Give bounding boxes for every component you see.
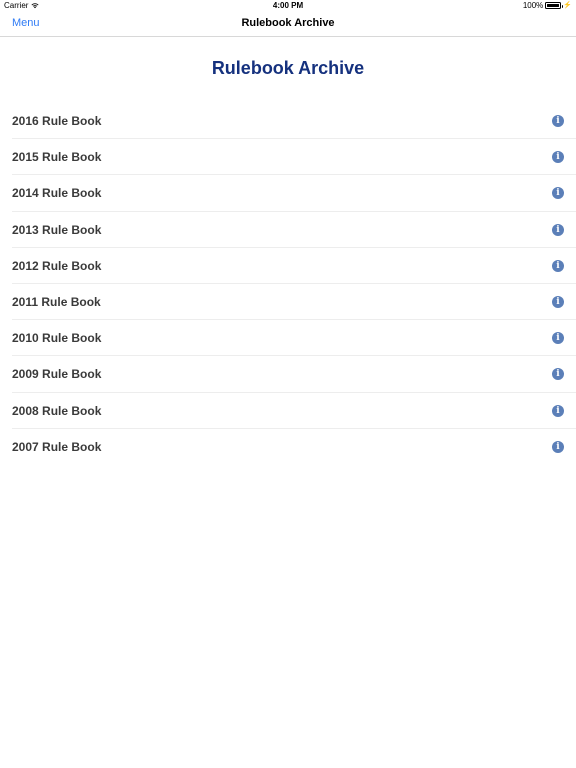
info-icon[interactable]: i <box>552 368 564 381</box>
list-item-label: 2007 Rule Book <box>12 439 102 454</box>
info-icon[interactable]: i <box>552 404 564 417</box>
list-item[interactable]: 2008 Rule Book i <box>0 393 576 429</box>
list-item[interactable]: 2007 Rule Book i <box>0 429 576 465</box>
menu-button[interactable]: Menu <box>12 17 40 29</box>
list-item-label: 2013 Rule Book <box>12 222 102 237</box>
info-icon[interactable]: i <box>552 296 564 309</box>
info-icon[interactable]: i <box>552 440 564 453</box>
info-icon[interactable]: i <box>552 151 564 164</box>
page-title: Rulebook Archive <box>211 58 365 78</box>
list-item[interactable]: 2014 Rule Book i <box>0 175 576 212</box>
info-icon[interactable]: i <box>552 115 564 128</box>
list-item[interactable]: 2010 Rule Book i <box>0 320 576 357</box>
status-right: 100% ⚡ <box>523 1 572 10</box>
battery-percent: 100% <box>522 1 544 10</box>
list-item-label: 2014 Rule Book <box>12 186 102 201</box>
list-item-label: 2010 Rule Book <box>12 331 102 346</box>
info-icon[interactable]: i <box>552 187 564 200</box>
list-item-label: 2008 Rule Book <box>12 403 102 418</box>
status-bar: Carrier 4:00 PM 100% ⚡ <box>0 0 576 12</box>
status-time: 4:00 PM <box>272 1 304 10</box>
list-item[interactable]: 2011 Rule Book i <box>0 284 576 321</box>
list-item[interactable]: 2015 Rule Book i <box>0 139 576 176</box>
info-icon[interactable]: i <box>552 223 564 236</box>
info-icon[interactable]: i <box>552 332 564 345</box>
list-item-label: 2015 Rule Book <box>12 150 102 165</box>
list-item-label: 2009 Rule Book <box>12 367 102 382</box>
charging-bolt-icon: ⚡ <box>563 2 572 9</box>
list-item[interactable]: 2012 Rule Book i <box>0 248 576 285</box>
navigation-bar: Menu Rulebook Archive <box>0 12 576 37</box>
nav-title: Rulebook Archive <box>241 17 335 29</box>
battery-icon <box>545 2 564 9</box>
list-item-label: 2012 Rule Book <box>12 258 102 273</box>
list-item-label: 2011 Rule Book <box>12 295 101 310</box>
rulebook-list: 2016 Rule Book i 2015 Rule Book i 2014 R… <box>0 103 576 465</box>
list-item[interactable]: 2009 Rule Book i <box>0 356 576 393</box>
info-icon[interactable]: i <box>552 259 564 272</box>
battery-fill <box>547 4 560 7</box>
list-item[interactable]: 2013 Rule Book i <box>0 212 576 248</box>
list-item[interactable]: 2016 Rule Book i <box>0 103 576 140</box>
list-item-label: 2016 Rule Book <box>12 114 102 129</box>
